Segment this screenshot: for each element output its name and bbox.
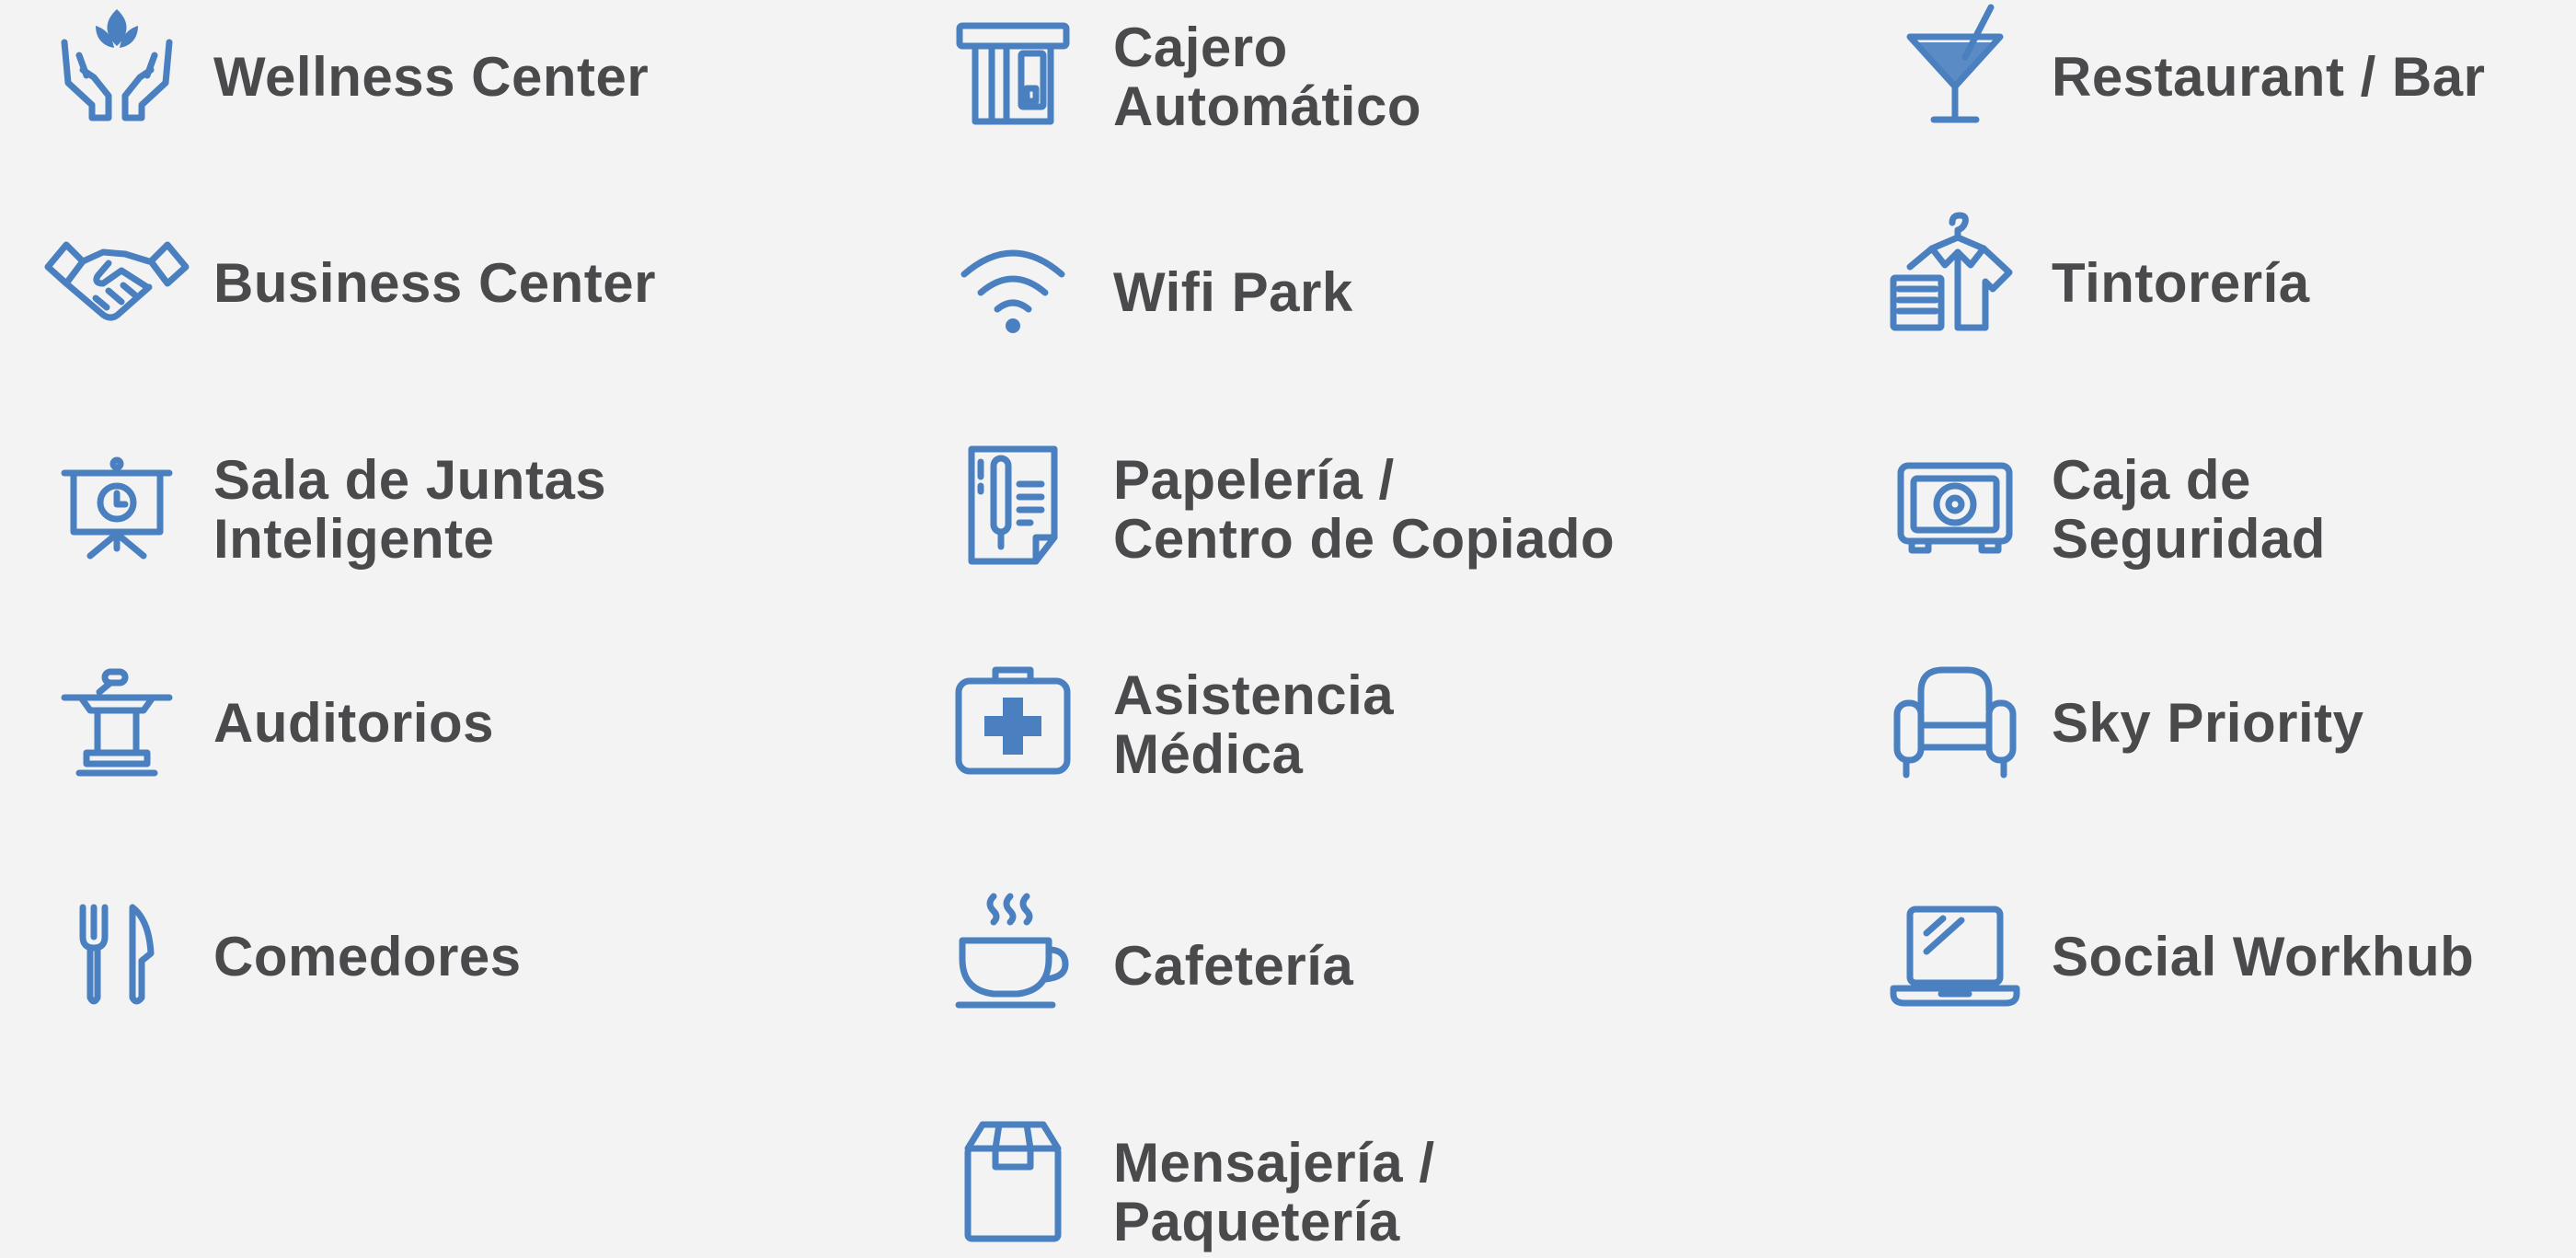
armchair-icon <box>1877 650 2033 806</box>
amenity-label: Comedores <box>213 926 522 987</box>
atm-card-icon <box>935 0 1091 156</box>
coffee-cup-icon <box>935 883 1091 1040</box>
presentation-board-icon <box>39 433 195 589</box>
first-aid-kit-icon <box>935 650 1091 806</box>
amenity-label: Wellness Center <box>213 46 650 108</box>
amenity-label: Sky Priority <box>2052 692 2364 754</box>
amenity-label: Sala de Juntas Inteligente <box>213 449 607 570</box>
amenity-label: Papelería / Centro de Copiado <box>1113 449 1616 570</box>
handshake-icon <box>39 204 195 361</box>
laptop-icon <box>1877 883 2033 1040</box>
shirt-hanger-icon <box>1877 204 2033 361</box>
amenity-label: Auditorios <box>213 692 494 754</box>
document-pen-icon <box>935 433 1091 589</box>
amenity-label: Asistencia Médica <box>1113 664 1395 785</box>
amenity-label: Cajero Automático <box>1113 17 1421 137</box>
fork-knife-icon <box>39 883 195 1040</box>
wifi-icon <box>935 214 1091 370</box>
safe-box-icon <box>1877 433 2033 589</box>
amenity-label: Restaurant / Bar <box>2052 46 2486 108</box>
amenity-label: Caja de Seguridad <box>2052 449 2326 570</box>
amenity-label: Business Center <box>213 252 656 314</box>
amenity-label: Mensajería / Paquetería <box>1113 1132 1435 1252</box>
amenity-label: Cafetería <box>1113 935 1354 997</box>
cocktail-glass-icon <box>1877 0 2033 156</box>
podium-icon <box>39 650 195 806</box>
wellness-lotus-hands-icon <box>39 0 195 156</box>
amenity-label: Tintorería <box>2052 252 2310 314</box>
amenity-label: Wifi Park <box>1113 261 1353 323</box>
amenity-label: Social Workhub <box>2052 926 2475 987</box>
package-box-icon <box>935 1101 1091 1257</box>
